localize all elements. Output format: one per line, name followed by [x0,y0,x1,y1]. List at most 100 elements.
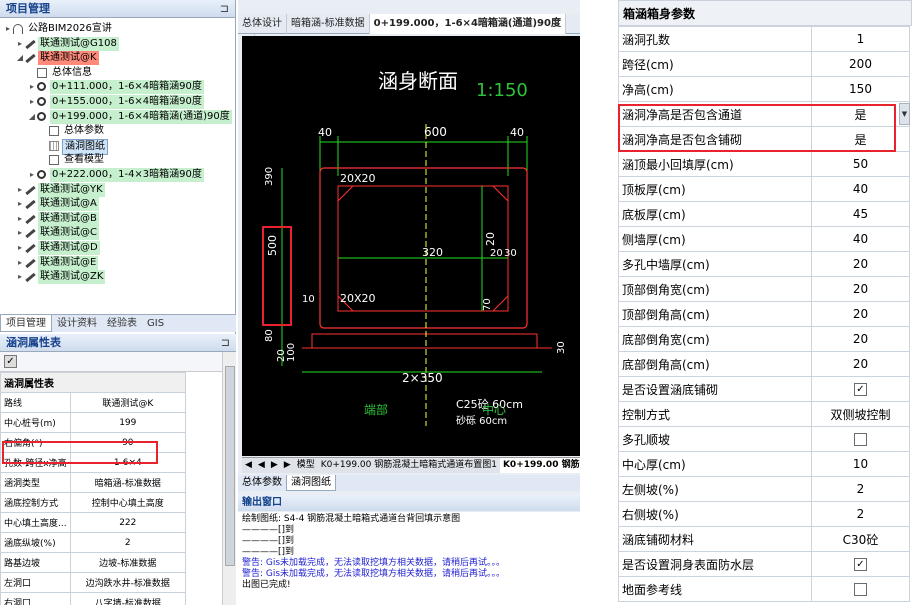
param-value[interactable]: 20 [811,326,910,352]
expand-icon[interactable]: ▸ [16,270,24,284]
sheet-tab[interactable]: 模型 [294,458,318,473]
bottom-tab[interactable]: 涵洞图纸 [286,475,336,491]
table-row[interactable]: 路基边坡 边坡-标准数据 [0,552,187,573]
table-row[interactable]: 是否设置洞身表面防水层 ✓ [618,551,910,577]
table-row[interactable]: 净高(cm) 150 [618,76,910,102]
table-row[interactable]: 顶部倒角宽(cm) 20 [618,276,910,302]
sheet-tab[interactable]: K0+199.00 钢筋混凝 [499,458,580,473]
expand-icon[interactable]: ▸ [16,37,24,51]
attr-value[interactable]: 边沟跌水井-标准数据 [69,572,187,593]
checkbox[interactable]: ✓ [854,383,867,396]
attr-value[interactable]: 八字墙-标准数据 [69,592,187,605]
expand-icon[interactable]: ◢ [28,110,36,124]
attr-value[interactable]: 90 [69,432,187,453]
expand-icon[interactable]: ▸ [28,95,36,109]
param-value[interactable]: 20 [811,351,910,377]
table-row[interactable]: 地面参考线 [618,576,910,602]
sheet-tab[interactable]: K0+199.00 钢筋混凝土暗箱式通道布置图1 [318,458,500,473]
table-row[interactable]: 涵洞孔数 1 [618,26,910,52]
table-row[interactable]: 左洞口 边沟跌水井-标准数据 [0,572,187,593]
table-row[interactable]: 是否设置涵底铺砌 ✓ [618,376,910,402]
param-value[interactable]: 20 [811,251,910,277]
param-value[interactable]: 10 [811,451,910,477]
attr-value[interactable]: 边坡-标准数据 [69,552,187,573]
param-value[interactable]: 40 [811,176,910,202]
table-row[interactable]: 涵洞净高是否包含铺砌是 [618,126,910,152]
drawing-canvas[interactable]: 涵身断面 1:150 40 600 40 390 500 80 20 100 1… [242,36,580,456]
table-row[interactable]: 底部倒角宽(cm) 20 [618,326,910,352]
attr-value[interactable]: 暗箱涵-标准数据 [69,472,187,493]
param-value[interactable]: 40 [811,226,910,252]
table-row[interactable]: 中心桩号(m) 199 [0,412,187,433]
dropdown-icon[interactable]: ▼ [899,103,910,125]
param-value[interactable]: 20 [811,301,910,327]
param-value[interactable]: 2 [811,501,910,527]
table-row[interactable]: 涵顶最小回填厚(cm) 50 [618,151,910,177]
expand-icon[interactable]: ▸ [16,183,24,197]
scrollbar-thumb[interactable] [225,366,235,566]
attr-value[interactable]: 2 [69,532,187,553]
table-row[interactable]: 中心填土高度... 222 [0,512,187,533]
nav-arrow-icon[interactable]: ◀ [242,458,255,473]
expand-icon[interactable]: ▸ [16,241,24,255]
checkbox[interactable] [854,433,867,446]
nav-arrow-icon[interactable]: ▶ [281,458,294,473]
param-value[interactable]: 双侧坡控制 [811,401,910,427]
table-row[interactable]: 跨径(cm) 200 [618,51,910,77]
tab-0[interactable]: 项目管理 [0,315,52,332]
table-row[interactable]: 多孔中墙厚(cm) 20 [618,251,910,277]
table-row[interactable]: 多孔顺坡 [618,426,910,452]
expand-icon[interactable]: ▸ [28,168,36,182]
tab-2[interactable]: 经验表 [102,315,142,332]
expand-icon[interactable]: ▸ [16,256,24,270]
table-row[interactable]: 中心厚(cm) 10 [618,451,910,477]
expand-icon[interactable]: ◢ [16,51,24,65]
table-row[interactable]: 路线 联通测试@K [0,392,187,413]
checkbox[interactable]: ✓ [854,558,867,571]
table-row[interactable]: 右侧坡(%) 2 [618,501,910,527]
table-row[interactable]: 顶板厚(cm) 40 [618,176,910,202]
expand-icon[interactable]: ▸ [28,80,36,94]
param-value[interactable]: 是 [811,126,910,152]
table-row[interactable]: 孔数-跨径x净高 1-6×4 [0,452,187,473]
attr-value[interactable]: 222 [69,512,187,533]
table-row[interactable]: 涵底纵坡(%) 2 [0,532,187,553]
table-row[interactable]: 涵底控制方式 控制中心填土高度 [0,492,187,513]
expand-icon[interactable]: ▸ [16,212,24,226]
param-value[interactable]: 150 [811,76,910,102]
pin-icon[interactable]: ⊐ [221,334,230,352]
param-value[interactable]: 45 [811,201,910,227]
param-value[interactable]: 20 [811,276,910,302]
param-value[interactable]: 50 [811,151,910,177]
table-row[interactable]: 底部倒角高(cm) 20 [618,351,910,377]
table-row[interactable]: 底板厚(cm) 45 [618,201,910,227]
tab-3[interactable]: GIS [142,315,169,332]
document-tab[interactable]: 0+199.000，1-6×4暗箱涵(通道)90度 [369,14,566,34]
tab-1[interactable]: 设计资料 [52,315,102,332]
expand-icon[interactable]: ▸ [4,22,12,36]
table-row[interactable]: 右偏角(°) 90 [0,432,187,453]
attr-value[interactable]: 控制中心填土高度 [69,492,187,513]
table-row[interactable]: 涵洞净高是否包含通道是 [618,101,910,127]
param-value[interactable]: 200 [811,51,910,77]
attr-value[interactable]: 1-6×4 [69,452,187,473]
table-row[interactable]: 涵底铺砌材料 C30砼 [618,526,910,552]
table-row[interactable]: 右洞口 八字墙-标准数据 [0,592,187,605]
param-value[interactable]: 1 [811,26,910,52]
check-icon[interactable]: ✓ [4,355,17,368]
table-row[interactable]: 左侧坡(%) 2 [618,476,910,502]
nav-arrow-icon[interactable]: ◀ [255,458,268,473]
table-row[interactable]: 顶部倒角高(cm) 20 [618,301,910,327]
expand-icon[interactable]: ▸ [16,197,24,211]
param-value[interactable]: C30砼 [811,526,910,552]
pin-icon[interactable]: ⊐ [220,0,229,18]
attr-value[interactable]: 联通测试@K [69,392,187,413]
param-value[interactable]: 2 [811,476,910,502]
table-row[interactable]: 侧墙厚(cm) 40 [618,226,910,252]
attr-value[interactable]: 199 [69,412,187,433]
document-tab[interactable]: 暗箱涵-标准数据 [287,14,370,34]
bottom-tab[interactable]: 总体参数 [238,475,286,491]
expand-icon[interactable]: ▸ [16,226,24,240]
table-row[interactable]: 控制方式 双侧坡控制 [618,401,910,427]
table-row[interactable]: 涵洞类型 暗箱涵-标准数据 [0,472,187,493]
